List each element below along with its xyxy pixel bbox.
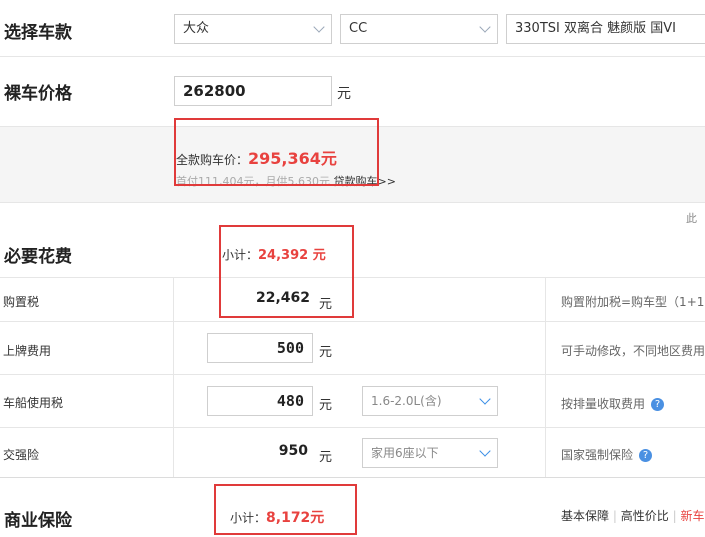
tab-basic-coverage[interactable]: 基本保障 — [561, 509, 609, 523]
highlight-box-full-price — [174, 118, 379, 186]
vehicle-tax-note: 按排量收取费用? — [561, 395, 665, 412]
chevron-down-icon — [479, 21, 491, 33]
bare-price-title: 裸车价格 — [4, 84, 72, 104]
help-icon[interactable]: ? — [651, 398, 665, 411]
compulsory-insurance-value: 950 — [278, 443, 308, 459]
chevron-down-icon — [479, 445, 491, 457]
compulsory-insurance-note-text: 国家强制保险 — [561, 448, 634, 462]
chevron-down-icon — [479, 393, 491, 405]
model-select[interactable]: 330TSI 双离合 魅颜版 国VI — [506, 14, 705, 44]
bare-price-value: 262800 — [183, 82, 246, 100]
registration-fee-note: 可手动修改，不同地区费用 — [561, 344, 705, 358]
brand-select-value: 大众 — [183, 21, 210, 36]
divider — [0, 321, 705, 322]
table-col-divider — [545, 277, 546, 477]
registration-fee-value: 500 — [276, 339, 304, 357]
series-select-value: CC — [349, 21, 368, 36]
tab-new-car[interactable]: 新车 — [680, 509, 704, 523]
divider — [0, 477, 705, 478]
insurance-plan-tabs: 基本保障 | 高性价比 | 新车 — [561, 507, 704, 524]
registration-fee-input[interactable]: 500 — [207, 333, 313, 363]
vehicle-tax-input[interactable]: 480 — [207, 386, 313, 416]
brand-select[interactable]: 大众 — [174, 14, 332, 44]
help-icon[interactable]: ? — [639, 449, 653, 462]
seat-class-select-value: 家用6座以下 — [371, 446, 439, 460]
model-select-value: 330TSI 双离合 魅颜版 国VI — [515, 21, 676, 36]
table-col-divider — [173, 277, 174, 477]
required-costs-title: 必要花费 — [4, 247, 72, 267]
vehicle-tax-label: 车船使用税 — [3, 396, 64, 410]
compulsory-insurance-unit: 元 — [319, 450, 333, 465]
displacement-select-value: 1.6-2.0L(含) — [371, 394, 442, 408]
purchase-tax-note: 购置附加税=购车型（1+17 — [561, 295, 705, 309]
highlight-box-required-subtotal — [219, 225, 354, 318]
bare-price-unit: 元 — [337, 86, 351, 102]
select-car-title: 选择车款 — [4, 23, 72, 43]
commercial-insurance-title: 商业保险 — [4, 511, 72, 531]
vehicle-tax-value: 480 — [276, 392, 304, 410]
displacement-select[interactable]: 1.6-2.0L(含) — [362, 386, 498, 416]
compulsory-insurance-note: 国家强制保险? — [561, 446, 653, 463]
divider — [0, 427, 705, 428]
bare-price-input[interactable]: 262800 — [174, 76, 332, 106]
vehicle-tax-note-text: 按排量收取费用 — [561, 397, 646, 411]
series-select[interactable]: CC — [340, 14, 498, 44]
tab-separator: | — [672, 509, 677, 523]
vehicle-tax-unit: 元 — [319, 398, 333, 413]
divider — [0, 374, 705, 375]
side-fragment: 此 — [686, 212, 697, 225]
chevron-down-icon — [313, 21, 325, 33]
registration-fee-label: 上牌费用 — [3, 344, 52, 358]
registration-fee-unit: 元 — [319, 345, 333, 360]
divider — [0, 56, 705, 57]
highlight-box-commercial-subtotal — [214, 484, 357, 535]
tab-high-value[interactable]: 高性价比 — [621, 509, 669, 523]
compulsory-insurance-label: 交强险 — [3, 448, 40, 462]
seat-class-select[interactable]: 家用6座以下 — [362, 438, 498, 468]
purchase-tax-label: 购置税 — [3, 295, 40, 309]
tab-separator: | — [612, 509, 617, 523]
